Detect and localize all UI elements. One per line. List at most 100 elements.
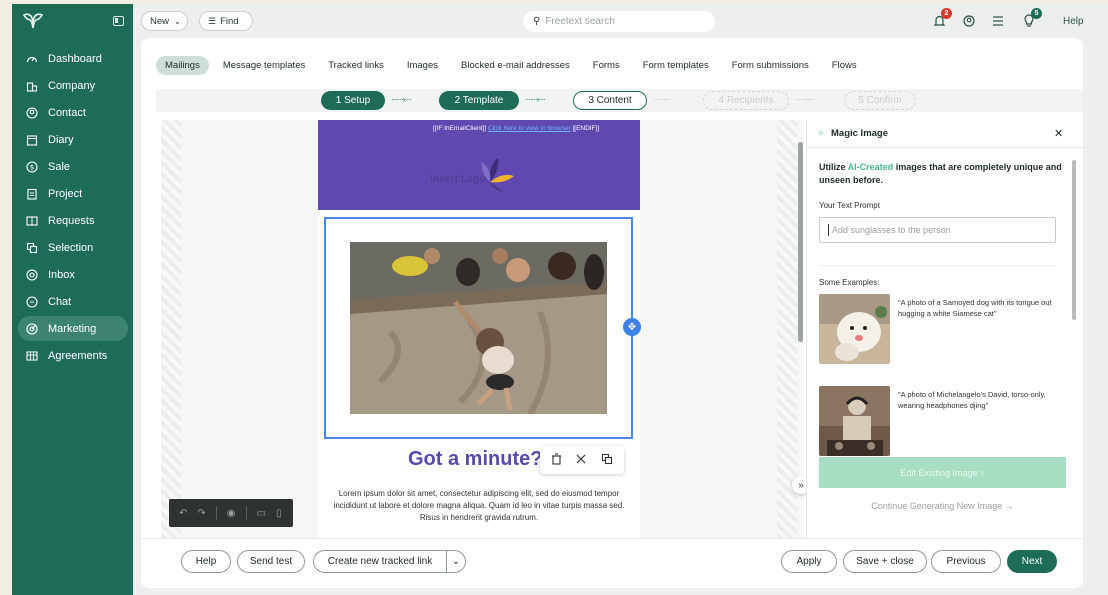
samoyed-example-image[interactable] (819, 294, 890, 364)
create-tracked-link-button[interactable]: Create new tracked link (313, 550, 447, 573)
tab-blocked-email-addresses[interactable]: Blocked e-mail addresses (461, 60, 570, 71)
requests-icon (26, 215, 38, 227)
sidebar-item-company[interactable]: Company (18, 73, 128, 98)
canvas-scrollbar[interactable] (797, 124, 805, 536)
help-button[interactable]: Help (181, 550, 231, 573)
tab-images[interactable]: Images (407, 60, 438, 71)
panel-divider (819, 265, 1056, 266)
canvas-scroll-thumb[interactable] (798, 142, 803, 342)
send-test-button[interactable]: Send test (237, 550, 305, 573)
sidebar-item-requests[interactable]: Requests (18, 208, 128, 233)
obstacle-race-image (350, 242, 607, 414)
email-editor-canvas[interactable]: [[IF:InEmailClient]] Click here to view … (161, 120, 803, 538)
svg-text:$: $ (30, 163, 34, 171)
example-item[interactable]: "A photo of a Samoyed dog with its tongu… (819, 294, 1059, 366)
collapse-sidebar-icon[interactable] (113, 16, 124, 26)
editor-history-toolbar: ↶ ↷ ◉ ▭ ▯ (169, 499, 293, 527)
selected-image-block[interactable] (324, 217, 633, 439)
step-arrow-icon: ·······›···· (391, 95, 412, 104)
step-content[interactable]: 3 Content (573, 91, 647, 110)
apply-button[interactable]: Apply (781, 550, 837, 573)
sidebar-item-label: Company (48, 79, 96, 92)
desktop-view-icon[interactable]: ▭ (257, 508, 266, 519)
next-button[interactable]: Next (1007, 550, 1057, 573)
tips-icon[interactable]: 5 (1021, 8, 1042, 29)
notifications-count: 2 (941, 8, 952, 19)
sidebar-item-label: Marketing (48, 322, 97, 335)
continue-generating-link[interactable]: Continue Generating New Image → (819, 501, 1066, 511)
tab-form-templates[interactable]: Form templates (643, 60, 709, 71)
sidebar-item-label: Contact (48, 106, 86, 119)
superoffice-logo[interactable] (22, 12, 44, 30)
logo-leaves-icon (481, 158, 514, 192)
find-label: Find (220, 15, 239, 27)
panel-scroll-thumb[interactable] (1072, 160, 1076, 320)
sidebar-item-inbox[interactable]: Inbox (18, 262, 128, 287)
magic-image-icon[interactable] (575, 453, 587, 468)
notifications-icon[interactable]: 2 (931, 8, 952, 29)
email-headline[interactable]: Got a minute? (408, 448, 542, 471)
undo-icon[interactable]: ↶ (179, 508, 187, 519)
redo-icon[interactable]: ↷ (197, 508, 205, 519)
email-body-text[interactable]: Lorem ipsum dolor sit amet, consectetur … (330, 488, 628, 524)
mobile-view-icon[interactable]: ▯ (276, 508, 282, 519)
chevron-down-icon: ⌄ (174, 16, 181, 26)
menu-icon[interactable] (990, 13, 1006, 29)
sidebar-item-diary[interactable]: Diary (18, 127, 128, 152)
climbing-wall-photo[interactable] (350, 242, 607, 414)
previous-button[interactable]: Previous (931, 550, 1001, 573)
chat-icon (26, 295, 38, 308)
tab-message-templates[interactable]: Message templates (223, 60, 305, 71)
sidebar-item-label: Inbox (48, 268, 75, 281)
david-example-image[interactable] (819, 386, 890, 456)
help-link[interactable]: Help (1063, 16, 1084, 27)
sidebar-item-marketing[interactable]: Marketing (18, 316, 128, 341)
sidebar-item-label: Sale (48, 160, 71, 173)
example-item[interactable]: "A photo of Michelangelo's David, torso-… (819, 386, 1059, 458)
diary-icon (26, 134, 38, 146)
chevron-down-icon[interactable]: ⌄ (446, 550, 466, 573)
sidebar-item-selection[interactable]: Selection (18, 235, 128, 260)
tab-tracked-links[interactable]: Tracked links (328, 60, 384, 71)
new-label: New (150, 15, 170, 27)
step-setup[interactable]: 1 Setup (321, 91, 385, 110)
sale-icon: $ (26, 160, 38, 173)
prompt-placeholder: Add sunglasses to the person (832, 225, 951, 235)
sidebar-item-label: Diary (48, 133, 74, 146)
close-icon[interactable]: ✕ (1054, 127, 1063, 140)
step-template[interactable]: 2 Template (439, 91, 519, 110)
view-in-browser-link[interactable]: Click here to view in browser (488, 125, 571, 132)
duplicate-icon[interactable] (601, 453, 613, 468)
panel-scrollbar[interactable] (1071, 150, 1078, 442)
sidebar-item-contact[interactable]: Contact (18, 100, 128, 125)
edit-existing-image-button[interactable]: Edit Existing Image ↑ (819, 457, 1066, 488)
move-block-icon[interactable]: ✥ (623, 318, 641, 336)
find-button[interactable]: ☰ Find (199, 11, 253, 31)
sidebar-item-sale[interactable]: $ Sale (18, 154, 128, 179)
sidebar-item-dashboard[interactable]: Dashboard (18, 46, 128, 71)
sidebar-item-chat[interactable]: Chat (18, 289, 128, 314)
tab-flows[interactable]: Flows (832, 60, 857, 71)
save-close-button[interactable]: Save + close (843, 550, 927, 573)
tab-form-submissions[interactable]: Form submissions (732, 60, 809, 71)
tab-forms[interactable]: Forms (593, 60, 620, 71)
endif-tag: [[ENDIF]] (572, 125, 600, 132)
intro-prefix: Utilize (819, 162, 848, 172)
new-button[interactable]: New ⌄ (141, 11, 188, 31)
sidebar-item-agreements[interactable]: Agreements (18, 343, 128, 368)
tab-mailings[interactable]: Mailings (156, 56, 209, 75)
email-header-block[interactable]: [[IF:InEmailClient]] Click here to view … (318, 120, 640, 210)
sidebar-item-project[interactable]: Project (18, 181, 128, 206)
step-confirm: 5 Confirm (844, 91, 916, 110)
tips-count: 5 (1031, 8, 1042, 19)
preview-eye-icon[interactable]: ◉ (227, 508, 236, 519)
examples-label: Some Examples: (819, 278, 880, 287)
if-email-client-tag: [[IF:InEmailClient]] (433, 125, 487, 132)
user-icon[interactable] (961, 13, 977, 29)
insert-logo-placeholder[interactable]: Insert Logo (430, 148, 530, 192)
freetext-search[interactable]: ⚲ Freetext search (523, 11, 715, 32)
text-prompt-input[interactable]: Add sunglasses to the person (819, 217, 1056, 243)
panel-header: ✧ Magic Image ✕ (807, 120, 1084, 148)
delete-icon[interactable] (551, 452, 562, 468)
canvas-margin-left (161, 120, 181, 538)
